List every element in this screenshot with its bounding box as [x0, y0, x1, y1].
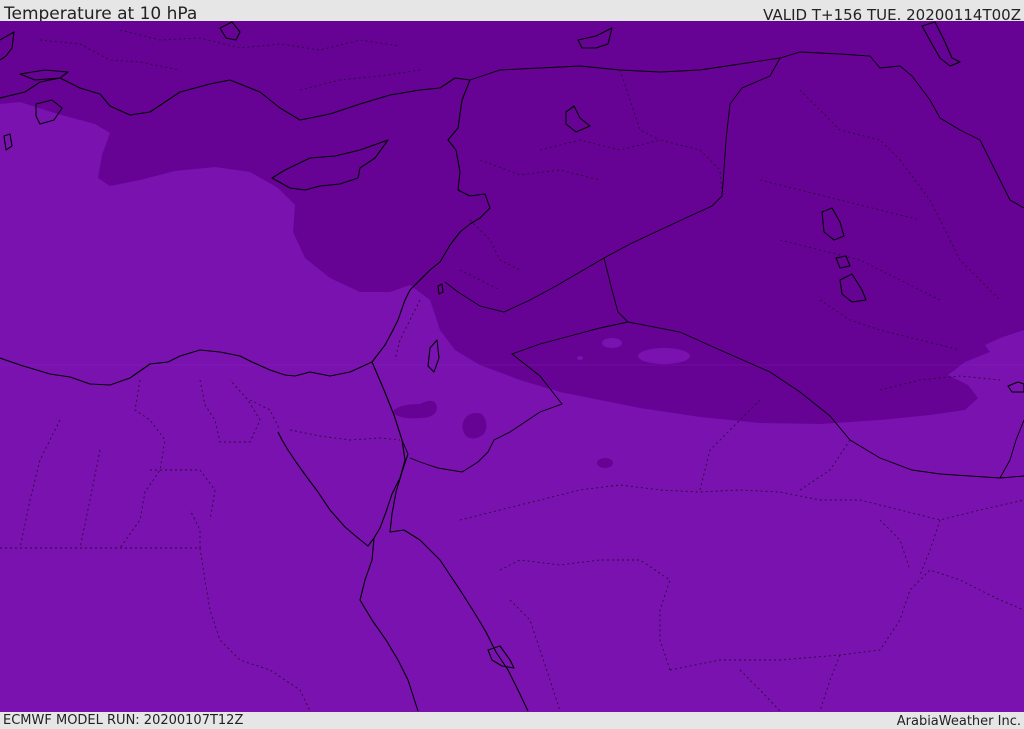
footer-bar: ECMWF MODEL RUN: 20200107T12Z ArabiaWeat…	[0, 712, 1024, 729]
header-bar: Temperature at 10 hPa VALID T+156 TUE. 2…	[0, 0, 1024, 24]
forecast-map[interactable]	[0, 21, 1024, 712]
warm-pocket	[577, 356, 583, 360]
cold-pocket	[597, 458, 613, 468]
warm-pocket	[638, 348, 690, 364]
map-page: Temperature at 10 hPa VALID T+156 TUE. 2…	[0, 0, 1024, 729]
provider-label[interactable]: ArabiaWeather Inc.	[897, 713, 1021, 729]
warm-pocket	[602, 338, 622, 348]
map-canvas	[0, 21, 1024, 712]
model-run-label: ECMWF MODEL RUN: 20200107T12Z	[3, 713, 244, 728]
